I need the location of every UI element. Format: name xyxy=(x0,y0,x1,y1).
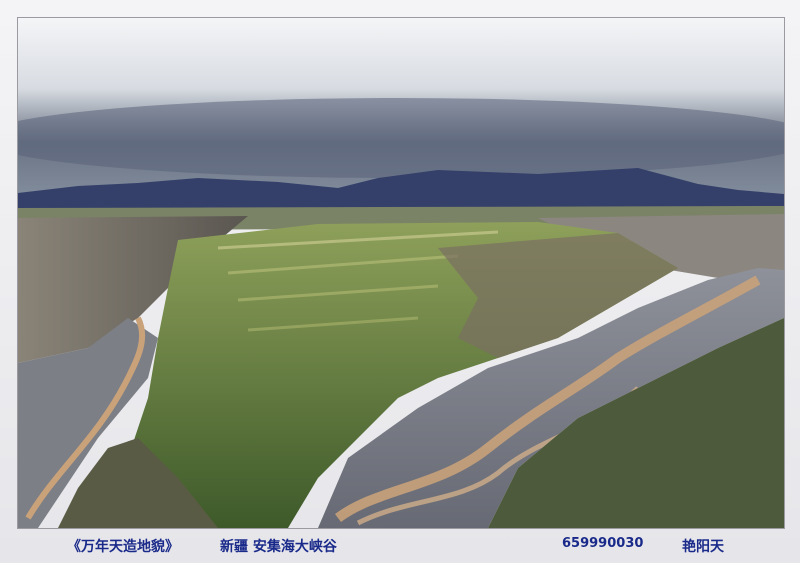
landscape-photo xyxy=(17,17,785,529)
cloud-band xyxy=(18,98,784,178)
caption-number: 659990030 xyxy=(562,536,644,551)
caption-title: 《万年天造地貌》 xyxy=(67,539,179,555)
caption-author: 艳阳天 xyxy=(682,539,724,555)
photo-frame: 《万年天造地貌》 新疆 安集海大峡谷 659990030 艳阳天 xyxy=(0,0,800,563)
caption-bar: 《万年天造地貌》 新疆 安集海大峡谷 659990030 艳阳天 xyxy=(17,530,783,558)
caption-location: 新疆 安集海大峡谷 xyxy=(220,539,337,555)
canyon-scene xyxy=(18,18,784,528)
